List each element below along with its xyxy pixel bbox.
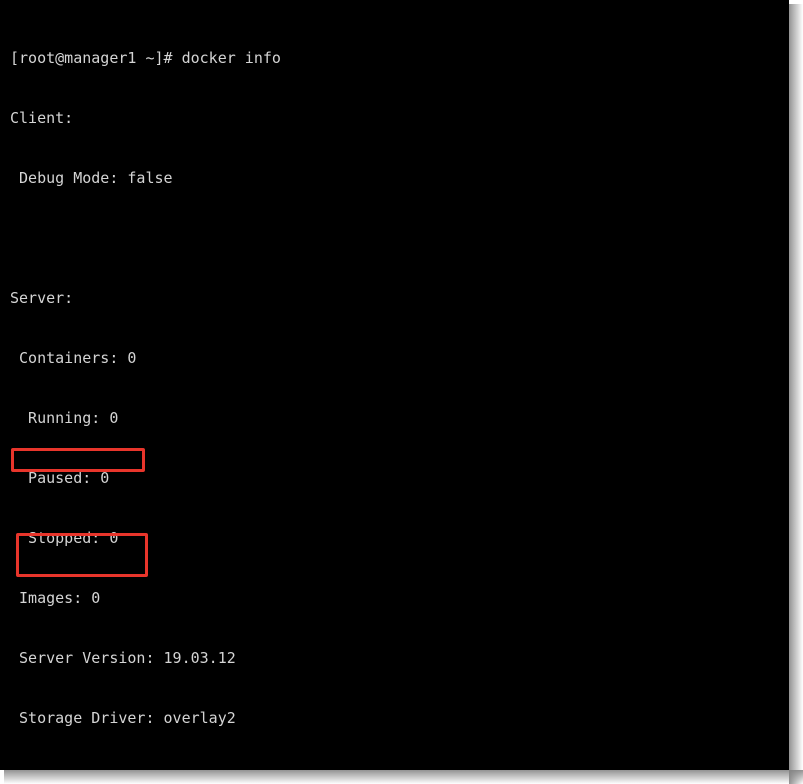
- window-shadow-bottom: [4, 770, 803, 784]
- terminal-line: Running: 0: [10, 409, 119, 427]
- terminal-line: Paused: 0: [10, 469, 110, 487]
- terminal-window[interactable]: [root@manager1 ~]# docker info Client: D…: [0, 0, 789, 770]
- terminal-line: Debug Mode: false: [10, 169, 173, 187]
- window-shadow-right: [789, 4, 803, 784]
- terminal-line: Stopped: 0: [10, 529, 119, 547]
- terminal-line: Server Version: 19.03.12: [10, 649, 236, 667]
- terminal-line: Backing Filesystem: xfs: [10, 768, 789, 770]
- terminal-output[interactable]: [root@manager1 ~]# docker info Client: D…: [0, 0, 789, 770]
- terminal-line: Storage Driver: overlay2: [10, 709, 236, 727]
- terminal-line: Client:: [10, 109, 74, 127]
- terminal-line: [root@manager1 ~]# docker info: [10, 49, 281, 67]
- terminal-line: Server:: [10, 289, 74, 307]
- terminal-line: Images: 0: [10, 589, 101, 607]
- terminal-line: Containers: 0: [10, 349, 137, 367]
